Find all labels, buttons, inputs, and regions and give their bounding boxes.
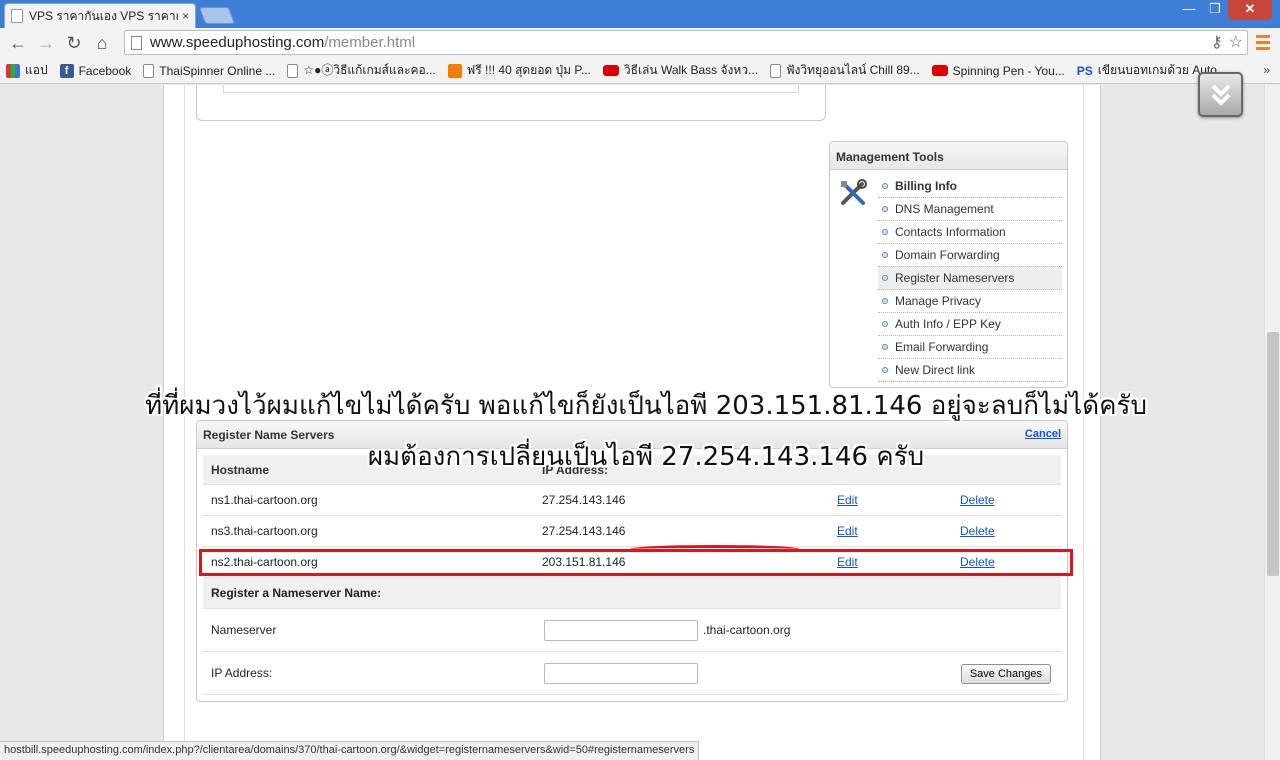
bookmark-thaispinner[interactable]: ThaiSpinner Online ... [143,63,275,78]
ip-cell: 27.254.143.146 [542,524,626,538]
title-bar: VPS ราคากันเอง VPS ราคาถูก × — ❐ ✕ [0,0,1280,28]
ip-address-label: IP Address: [211,666,273,680]
bookmark-spinning-pen[interactable]: Spinning Pen - You... [931,64,1065,78]
bullet-icon [882,298,888,304]
bullet-icon [882,367,888,373]
bookmark-facebook[interactable]: f Facebook [59,63,131,78]
tab-title: VPS ราคากันเอง VPS ราคาถูก [29,8,178,23]
nameserver-input[interactable] [544,620,698,641]
youtube-icon [602,65,619,76]
bullet-icon [882,321,888,327]
mgmt-item-dns-management[interactable]: DNS Management [878,198,1062,221]
table-row: ns1.thai-cartoon.org 27.254.143.146 Edit… [203,485,1061,516]
blogger-icon [447,63,462,78]
red-highlight-box [199,549,1073,576]
mgmt-item-register-nameservers[interactable]: Register Nameservers [878,267,1062,290]
address-bar[interactable]: www.speeduphosting.com /member.html ⚷ ☆ [124,30,1248,55]
close-window-button[interactable]: ✕ [1228,0,1272,20]
register-nameserver-section: Register a Nameserver Name: [203,578,1061,609]
bullet-icon [882,344,888,350]
youtube-icon [931,65,948,76]
url-host: www.speeduphosting.com [150,34,325,51]
bookmarks-bar: แอป f Facebook ThaiSpinner Online ... ☆●ⓐ… [0,58,1280,84]
home-button[interactable]: ⌂ [88,31,116,55]
mgmt-item-manage-privacy[interactable]: Manage Privacy [878,290,1062,313]
nameserver-label: Nameserver [211,623,277,637]
edit-link[interactable]: Edit [837,516,858,547]
management-tools-title: Management Tools [830,142,1067,170]
bookmark-apps[interactable]: แอป [6,61,48,80]
edit-link[interactable]: Edit [837,485,858,516]
minimize-button[interactable]: — [1176,0,1202,20]
star-icon[interactable]: ☆ [1229,32,1243,52]
ps-icon: PS [1076,63,1093,78]
browser-tab[interactable]: VPS ราคากันเอง VPS ราคาถูก × [4,3,196,28]
mgmt-item-auth-info[interactable]: Auth Info / EPP Key [878,313,1062,336]
delete-link[interactable]: Delete [960,485,995,516]
save-changes-button[interactable]: Save Changes [960,664,1051,684]
ip-form-row: IP Address: Save Changes [203,652,1061,695]
page-icon [287,63,299,78]
mgmt-item-billing-info[interactable]: Billing Info [878,175,1062,198]
bullet-icon [882,183,888,189]
reload-button[interactable]: ↻ [60,31,88,55]
url-path: /member.html [324,34,416,51]
bullet-icon [882,229,888,235]
mgmt-item-email-forwarding[interactable]: Email Forwarding [878,336,1062,359]
page-icon [770,63,782,78]
bullet-icon [882,252,888,258]
bullet-icon [882,275,888,281]
browser-toolbar: ← → ↻ ⌂ www.speeduphosting.com /member.h… [0,28,1280,58]
forward-button[interactable]: → [32,31,60,55]
nameserver-suffix: .thai-cartoon.org [703,623,791,637]
page-icon [131,35,142,50]
download-float-button[interactable] [1198,72,1243,117]
mgmt-item-contacts-information[interactable]: Contacts Information [878,221,1062,244]
previous-panel-inner [223,85,799,93]
bookmark-game-fix[interactable]: ☆●ⓐวิธีแก้เกมส์และคอ... [287,61,436,80]
ip-address-input[interactable] [544,663,698,684]
hostname-cell: ns1.thai-cartoon.org [211,493,318,507]
overlay-caption-line-2: ผมต้องการเปลี่ยนเป็นไอพี 27.254.143.146 … [367,442,925,472]
overlay-caption-line-1: ที่ที่ผมวงไว้ผมแก้ไขไม่ได้ครับ พอแก้ไขก็… [145,391,1147,421]
menu-icon[interactable] [1252,31,1274,53]
bookmark-radio-chill[interactable]: ฟังวิทยุออนไลน์ Chill 89... [770,61,920,80]
bookmark-free-40[interactable]: ฟรี !!! 40 สุดยอด ปุ่ม P... [447,61,591,80]
window-controls: — ❐ ✕ [1176,0,1272,20]
previous-panel [196,85,826,121]
section-title: Register a Nameserver Name: [211,586,382,600]
status-bar: hostbill.speeduphosting.com/index.php?/c… [0,741,700,760]
tools-icon [841,179,867,205]
delete-link[interactable]: Delete [960,516,995,547]
facebook-icon: f [59,63,74,78]
page-icon [143,63,155,78]
new-tab-button[interactable] [198,7,236,24]
page-icon [11,9,23,23]
management-tools-list: Billing Info DNS Management Contacts Inf… [878,175,1062,382]
table-row: ns3.thai-cartoon.org 27.254.143.146 Edit… [203,516,1061,547]
bookmarks-more-button[interactable]: » [1263,63,1270,77]
bullet-icon [882,206,888,212]
back-button[interactable]: ← [4,31,32,55]
key-icon[interactable]: ⚷ [1211,32,1223,52]
apps-icon [6,63,20,78]
ip-cell: 27.254.143.146 [542,493,626,507]
mgmt-item-new-direct-link[interactable]: New Direct link [878,359,1062,382]
hostname-cell: ns3.thai-cartoon.org [211,524,318,538]
omnibox-actions: ⚷ ☆ [1211,32,1243,52]
mgmt-item-domain-forwarding[interactable]: Domain Forwarding [878,244,1062,267]
management-tools-panel: Management Tools Billing Info DNS Manage… [829,141,1068,388]
close-icon[interactable]: × [182,9,189,23]
double-chevron-down-icon [1211,84,1230,106]
maximize-button[interactable]: ❐ [1202,0,1228,20]
nameserver-form-row: Nameserver .thai-cartoon.org [203,609,1061,652]
bookmark-walk-bass[interactable]: วิธีเล่น Walk Bass จังหว... [602,61,758,80]
